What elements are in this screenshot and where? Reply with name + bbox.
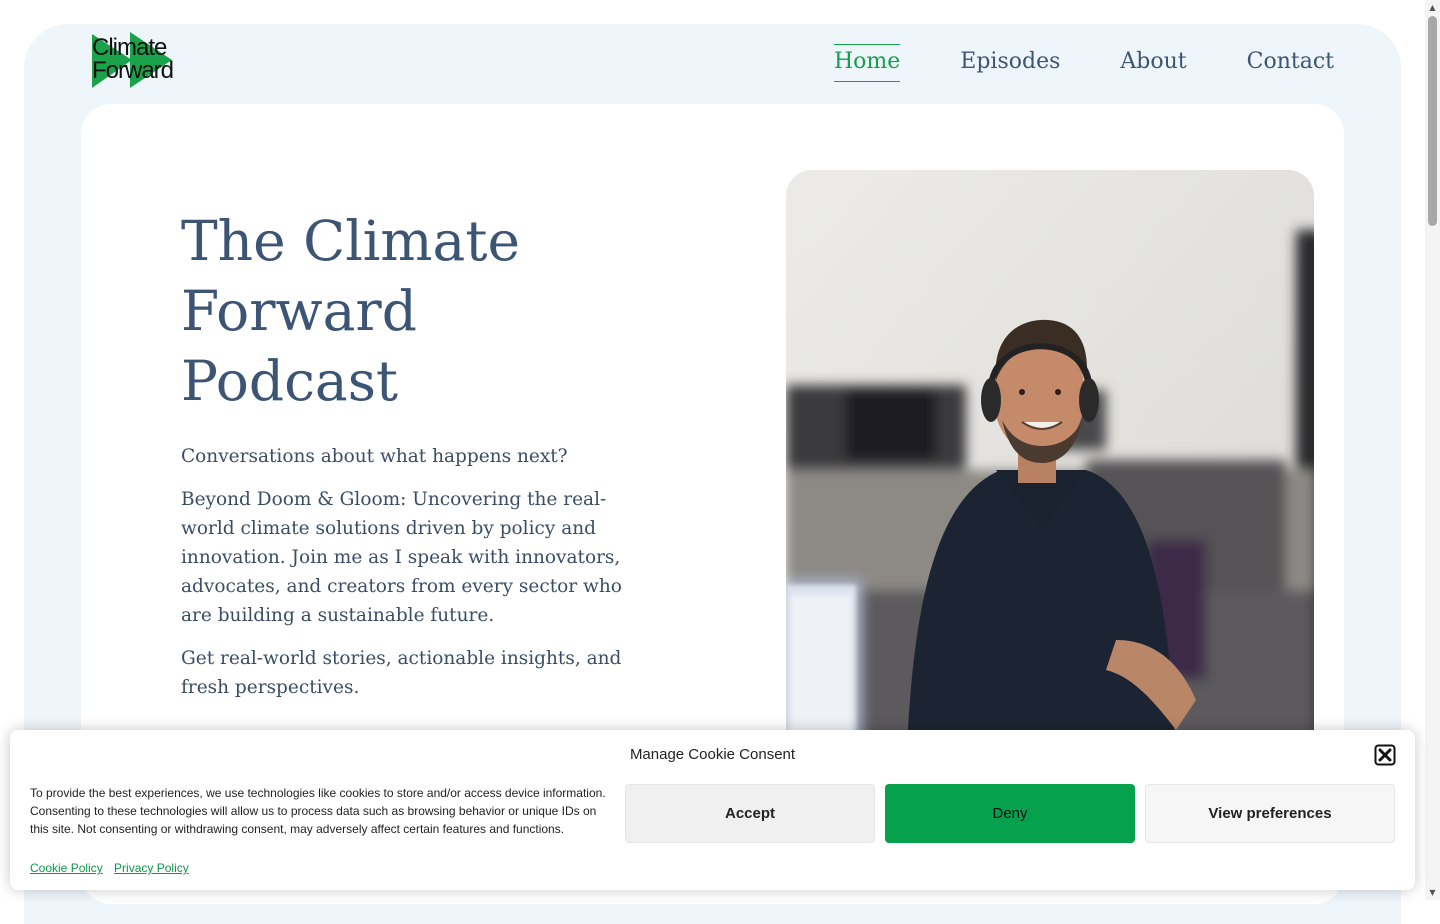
deny-button[interactable]: Deny xyxy=(885,784,1135,843)
scroll-down-arrow-icon[interactable]: ▼ xyxy=(1425,885,1440,900)
site-logo[interactable]: Climate Forward xyxy=(92,32,192,90)
view-preferences-button[interactable]: View preferences xyxy=(1145,784,1395,843)
cookie-message: To provide the best experiences, we use … xyxy=(30,786,606,836)
hero-tagline: Conversations about what happens next? xyxy=(181,446,568,467)
hero-description: Conversations about what happens next? B… xyxy=(181,442,629,716)
scroll-thumb[interactable] xyxy=(1428,16,1437,226)
cookie-policy-link[interactable]: Cookie Policy xyxy=(30,861,103,875)
title-line-2: Forward xyxy=(181,279,417,343)
nav-episodes[interactable]: Episodes xyxy=(960,44,1060,82)
close-icon[interactable] xyxy=(1374,744,1396,766)
privacy-policy-link[interactable]: Privacy Policy xyxy=(114,861,189,875)
cookie-links: Cookie Policy Privacy Policy xyxy=(30,861,197,875)
title-line-1: The Climate xyxy=(181,209,520,273)
page-title: The Climate Forward Podcast xyxy=(181,206,651,416)
cookie-title: Manage Cookie Consent xyxy=(629,746,796,763)
accept-button[interactable]: Accept xyxy=(625,784,875,843)
title-line-3: Podcast xyxy=(181,349,399,413)
page-scrollbar[interactable]: ▲ ▼ xyxy=(1425,0,1440,900)
logo-wordmark: Climate Forward xyxy=(92,34,202,84)
nav-home[interactable]: Home xyxy=(833,44,901,82)
hero-cta-text: Get real-world stories, actionable insig… xyxy=(181,648,622,698)
logo-line-1: Climate xyxy=(92,34,167,61)
cookie-consent-banner: Manage Cookie Consent To provide the bes… xyxy=(10,730,1415,890)
nav-about[interactable]: About xyxy=(1120,44,1186,82)
hero-intro: Beyond Doom & Gloom: Uncovering the real… xyxy=(181,489,622,626)
nav-contact[interactable]: Contact xyxy=(1247,44,1334,82)
main-nav: Home Episodes About Contact xyxy=(833,44,1334,82)
scroll-up-arrow-icon[interactable]: ▲ xyxy=(1425,0,1440,15)
host-portrait-image xyxy=(786,170,1314,770)
host-photo xyxy=(786,170,1314,770)
logo-line-2: Forward xyxy=(92,57,174,84)
